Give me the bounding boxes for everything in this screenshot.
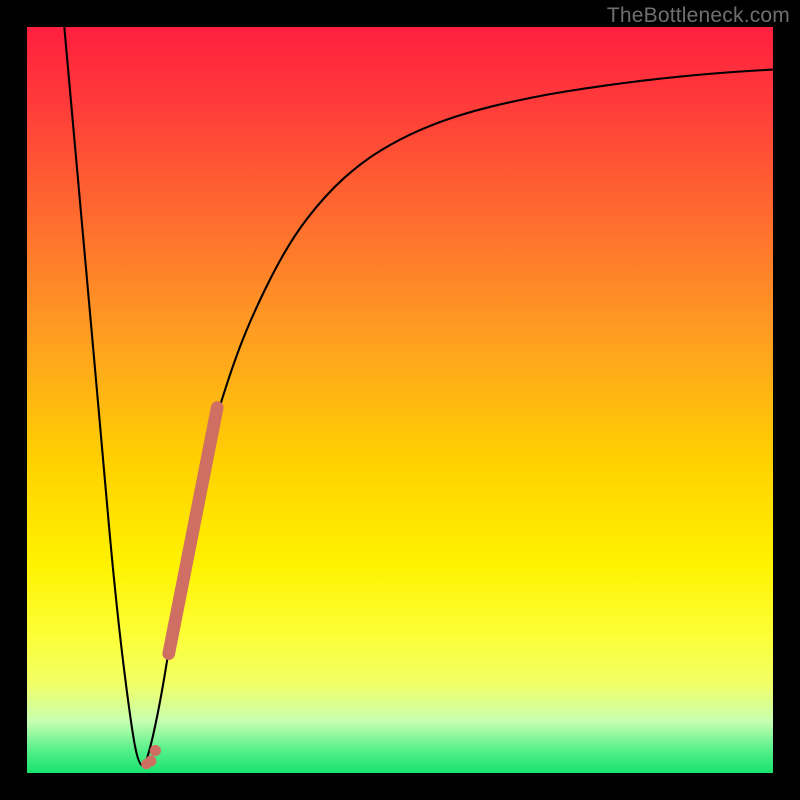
- highlight-group: [141, 407, 217, 769]
- watermark-text: TheBottleneck.com: [607, 4, 790, 28]
- highlight-dot: [145, 755, 156, 766]
- highlight-bar: [169, 407, 217, 653]
- chart-frame: TheBottleneck.com: [0, 0, 800, 800]
- chart-svg: [27, 27, 773, 773]
- highlight-dot: [150, 745, 161, 756]
